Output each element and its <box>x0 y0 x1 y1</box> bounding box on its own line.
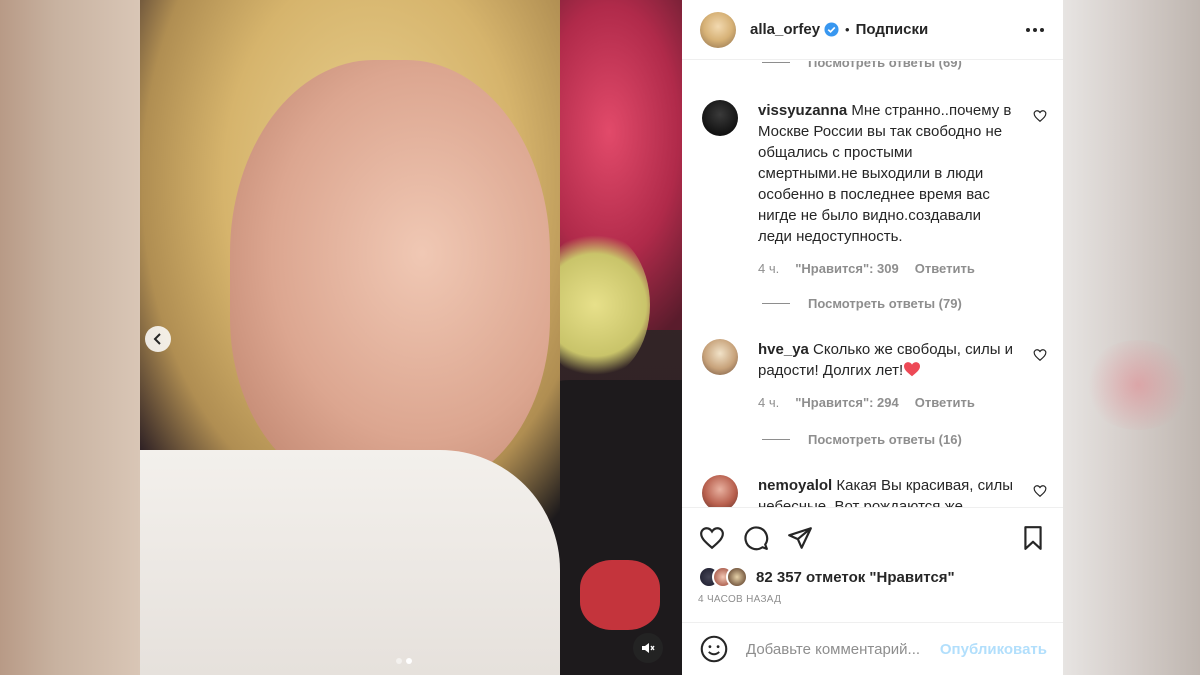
likes-summary[interactable]: 82 357 отметок "Нравится" <box>698 564 1047 590</box>
chevron-left-icon <box>153 333 161 345</box>
publish-button[interactable]: Опубликовать <box>940 641 1047 658</box>
mute-icon <box>642 643 655 653</box>
post-header: alla_orfey • Подписки <box>682 0 1063 60</box>
likes-count[interactable]: 82 357 отметок "Нравится" <box>756 569 955 586</box>
following-button[interactable]: Подписки <box>856 21 929 38</box>
carousel-dot <box>396 658 402 664</box>
post-timestamp[interactable]: 4 часов назад <box>698 594 1047 605</box>
header-separator: • <box>845 22 850 37</box>
more-icon <box>1026 27 1044 32</box>
more-options-button[interactable] <box>1023 18 1047 42</box>
heart-icon[interactable] <box>1033 348 1047 362</box>
carousel-dots <box>396 658 412 664</box>
commenter-avatar[interactable] <box>702 475 738 507</box>
author-avatar[interactable] <box>700 11 736 48</box>
comment-likes[interactable]: "Нравится": 294 <box>795 395 899 410</box>
comment-item: vissyuzanna Мне странно..почему в Москве… <box>682 100 1063 276</box>
blurred-backdrop-right <box>1063 0 1200 675</box>
comment-icon <box>744 526 769 551</box>
mute-button[interactable] <box>633 633 663 663</box>
previous-slide-button[interactable] <box>145 326 171 352</box>
post-side-panel: alla_orfey • Подписки Посмотреть ответы … <box>682 0 1063 675</box>
blurred-backdrop-left <box>0 0 140 675</box>
author-username[interactable]: alla_orfey <box>750 21 820 38</box>
view-replies-link[interactable]: Посмотреть ответы (79) <box>682 293 962 313</box>
view-replies-link[interactable]: Посмотреть ответы (16) <box>682 429 962 449</box>
like-button[interactable] <box>698 524 726 552</box>
reply-button[interactable]: Ответить <box>915 261 975 276</box>
carousel-dot-active <box>406 658 412 664</box>
commenter-username[interactable]: nemoyalol <box>758 477 832 494</box>
post-actions: 82 357 отметок "Нравится" 4 часов назад <box>682 507 1063 605</box>
share-button[interactable] <box>786 524 814 552</box>
heart-icon[interactable] <box>1033 109 1047 123</box>
comments-list: Посмотреть ответы (69) vissyuzanna Мне с… <box>682 61 1063 507</box>
verified-icon <box>824 22 839 37</box>
commenter-username[interactable]: vissyuzanna <box>758 102 847 119</box>
red-heart-emoji-icon <box>904 362 921 377</box>
comment-input[interactable] <box>746 640 926 658</box>
commenter-avatar[interactable] <box>702 339 738 375</box>
comment-likes[interactable]: "Нравится": 309 <box>795 261 899 276</box>
comment-button[interactable] <box>742 524 770 552</box>
liker-avatar <box>726 566 748 588</box>
comment-text: Мне странно..почему в Москве России вы т… <box>758 102 1012 245</box>
add-comment-bar: Опубликовать <box>682 622 1063 675</box>
post-media-video[interactable] <box>140 0 682 675</box>
save-button[interactable] <box>1019 524 1047 552</box>
heart-icon[interactable] <box>1033 484 1047 498</box>
comment-item: nemoyalol Какая Вы красивая, силы небесн… <box>682 475 1063 507</box>
reply-button[interactable]: Ответить <box>915 395 975 410</box>
bookmark-icon <box>1024 526 1042 550</box>
heart-icon <box>700 527 724 550</box>
comment-time: 4 ч. <box>758 261 780 276</box>
emoji-icon[interactable] <box>700 635 728 663</box>
share-icon <box>788 527 812 549</box>
comment-time: 4 ч. <box>758 395 780 410</box>
commenter-avatar[interactable] <box>702 100 738 136</box>
comment-item: hve_ya Сколько же свободы, силы и радост… <box>682 339 1063 410</box>
view-replies-link[interactable]: Посмотреть ответы (69) <box>682 61 962 72</box>
commenter-username[interactable]: hve_ya <box>758 341 809 358</box>
